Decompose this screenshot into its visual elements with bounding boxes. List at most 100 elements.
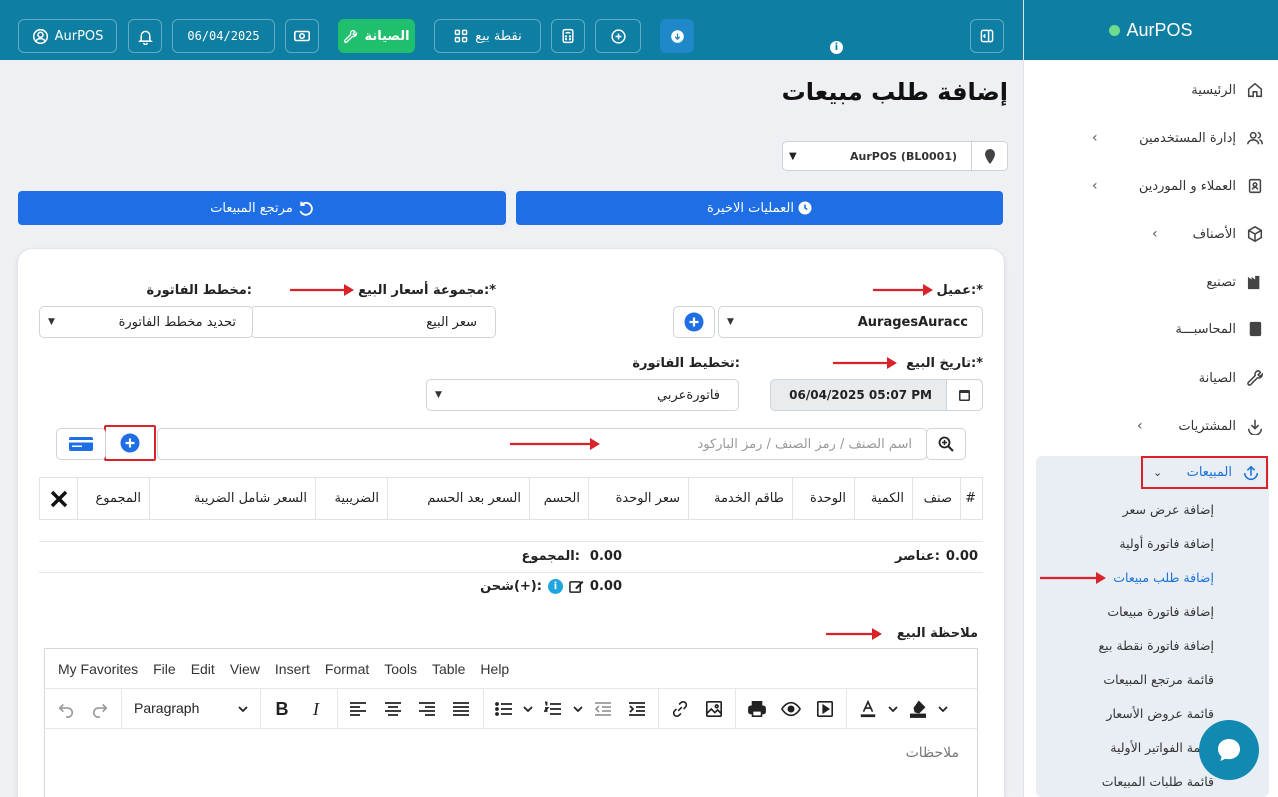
- sidebar-item-purchases[interactable]: ‹ المشتريات: [1032, 408, 1268, 444]
- recent-operations-button[interactable]: العمليات الاخيرة: [516, 191, 1003, 225]
- outdent-icon[interactable]: [592, 698, 614, 720]
- home-icon: [1247, 82, 1263, 98]
- submenu-sales-return-list[interactable]: قائمة مرتجع المبيعات: [1103, 672, 1214, 687]
- top-bar: AurPOS 06/04/2025 الصيانة نقطة بيع: [0, 0, 1023, 60]
- align-center-icon[interactable]: [382, 698, 404, 720]
- paragraph-format-select[interactable]: Paragraph: [134, 700, 199, 716]
- remove-all-button[interactable]: [40, 478, 77, 519]
- sale-date-input[interactable]: 06/04/2025 05:07 PM: [770, 379, 983, 411]
- italic-icon[interactable]: I: [305, 698, 327, 720]
- menu-format[interactable]: Format: [325, 661, 369, 677]
- menu-file[interactable]: File: [153, 661, 176, 677]
- edit-icon[interactable]: [569, 579, 584, 594]
- indent-icon[interactable]: [626, 698, 648, 720]
- wrench-icon: [1247, 370, 1263, 386]
- menu-tools[interactable]: Tools: [384, 661, 417, 677]
- chevron-down-icon[interactable]: [232, 698, 254, 720]
- menu-insert[interactable]: Insert: [275, 661, 310, 677]
- submenu-add-proforma[interactable]: إضافة فاتورة أولية: [1119, 536, 1214, 551]
- users-icon: [1247, 131, 1263, 145]
- add-button[interactable]: [595, 19, 641, 53]
- user-menu-button[interactable]: AurPOS: [18, 19, 117, 53]
- rich-text-editor: My Favorites File Edit View Insert Forma…: [44, 648, 978, 797]
- link-icon[interactable]: [669, 698, 691, 720]
- highlight-color-icon[interactable]: [907, 698, 929, 720]
- submenu-add-sales-invoice[interactable]: إضافة فاتورة مبيعات: [1107, 604, 1214, 619]
- redo-icon[interactable]: [89, 698, 111, 720]
- text-color-icon[interactable]: [857, 698, 879, 720]
- cash-register-button[interactable]: [285, 19, 319, 53]
- menu-help[interactable]: Help: [480, 661, 509, 677]
- annotation-arrow: [833, 357, 897, 369]
- customer-select[interactable]: ▼ AuragesAuracc: [718, 306, 983, 338]
- submenu-add-quotation[interactable]: إضافة عرض سعر: [1123, 502, 1214, 517]
- chevron-down-icon[interactable]: [882, 698, 904, 720]
- add-customer-button[interactable]: [673, 306, 715, 338]
- price-group-select[interactable]: سعر البيع: [250, 306, 496, 338]
- sidebar-item-sales[interactable]: ⌄ المبيعات: [1141, 456, 1268, 489]
- sidebar-item-home[interactable]: الرئيسية: [1032, 72, 1268, 108]
- info-icon[interactable]: i: [830, 41, 843, 54]
- submenu-sales-orders-list[interactable]: قائمة طلبات المبيعات: [1102, 774, 1214, 789]
- bold-icon[interactable]: B: [271, 698, 293, 720]
- submenu-add-sales-order[interactable]: إضافة طلب مبيعات: [1113, 570, 1214, 585]
- maintenance-button[interactable]: الصيانة: [338, 19, 415, 53]
- total-value: 0.00: [589, 549, 622, 564]
- chevron-down-icon[interactable]: [517, 698, 539, 720]
- menu-edit[interactable]: Edit: [191, 661, 215, 677]
- chevron-down-icon: ⌄: [1153, 466, 1163, 479]
- align-justify-icon[interactable]: [450, 698, 472, 720]
- download-icon: [1247, 419, 1263, 435]
- image-icon[interactable]: [703, 698, 725, 720]
- pos-button[interactable]: نقطة بيع: [434, 19, 541, 53]
- download-button[interactable]: [660, 19, 694, 53]
- chat-button[interactable]: [1199, 720, 1259, 780]
- invoice-scheme-select[interactable]: ▼ تحديد مخطط الفاتورة: [39, 306, 253, 338]
- sidebar-item-users[interactable]: ‹ إدارة المستخدمين: [1032, 120, 1268, 156]
- annotation-arrow: [1040, 572, 1106, 584]
- menu-view[interactable]: View: [230, 661, 260, 677]
- sidebar-item-contacts[interactable]: ‹ العملاء و الموردين: [1032, 168, 1268, 204]
- sidebar-item-products[interactable]: ‹ الأصناف: [1032, 216, 1268, 252]
- numbered-list-icon[interactable]: [542, 698, 564, 720]
- wrench-icon: [344, 29, 358, 43]
- menu-my-favorites[interactable]: My Favorites: [58, 661, 138, 677]
- preview-eye-icon[interactable]: [780, 698, 802, 720]
- sale-date-label: تاريخ البيع:*: [906, 356, 983, 371]
- barcode-scanner-button[interactable]: [56, 428, 106, 460]
- chevron-down-icon[interactable]: [567, 698, 589, 720]
- sidebar-item-manufacturing[interactable]: تصنيع: [1032, 264, 1268, 300]
- col-tax: الضريبية: [315, 478, 387, 519]
- calculator-button[interactable]: [551, 19, 585, 53]
- location-pin-icon: [971, 142, 1007, 170]
- undo-icon[interactable]: [55, 698, 77, 720]
- factory-icon: [1247, 275, 1260, 290]
- print-icon[interactable]: [746, 698, 768, 720]
- submenu-add-pos-invoice[interactable]: إضافة فاتورة نقطة بيع: [1099, 638, 1214, 653]
- info-icon[interactable]: i: [547, 579, 563, 594]
- bullet-list-icon[interactable]: [493, 698, 515, 720]
- media-icon[interactable]: [814, 698, 836, 720]
- chevron-down-icon[interactable]: [932, 698, 954, 720]
- sidebar-item-accounting[interactable]: المحاسبـــة: [1032, 311, 1268, 347]
- align-right-icon[interactable]: [416, 698, 438, 720]
- align-left-icon[interactable]: [347, 698, 369, 720]
- brand[interactable]: AurPOS: [1024, 0, 1278, 60]
- sidebar-item-maintenance[interactable]: الصيانة: [1032, 360, 1268, 396]
- invoice-layout-select[interactable]: ▼ فاتورةعربي: [426, 379, 739, 411]
- shipping-charges: شحن(+): i 0.00: [480, 579, 622, 594]
- toggle-sidebar-button[interactable]: [970, 19, 1004, 53]
- submenu-quotations-list[interactable]: قائمة عروض الأسعار: [1106, 706, 1214, 721]
- sidebar: AurPOS الرئيسية ‹ إدارة المستخدمين ‹ الع…: [1023, 0, 1278, 797]
- notifications-button[interactable]: [128, 19, 162, 53]
- col-total: المجموع: [77, 478, 149, 519]
- sales-return-button[interactable]: مرتجع المبيعات: [18, 191, 506, 225]
- branch-select[interactable]: ▼ AurPOS (BL0001): [782, 141, 1008, 171]
- sidebar-item-label: العملاء و الموردين: [1138, 178, 1236, 194]
- search-zoom-button[interactable]: [926, 428, 966, 460]
- menu-table[interactable]: Table: [432, 661, 465, 677]
- add-product-button[interactable]: [104, 425, 156, 461]
- sidebar-item-label: تصنيع: [1206, 274, 1236, 290]
- total-amount: المجموع: 0.00: [522, 549, 622, 564]
- plus-circle-icon: [120, 433, 140, 453]
